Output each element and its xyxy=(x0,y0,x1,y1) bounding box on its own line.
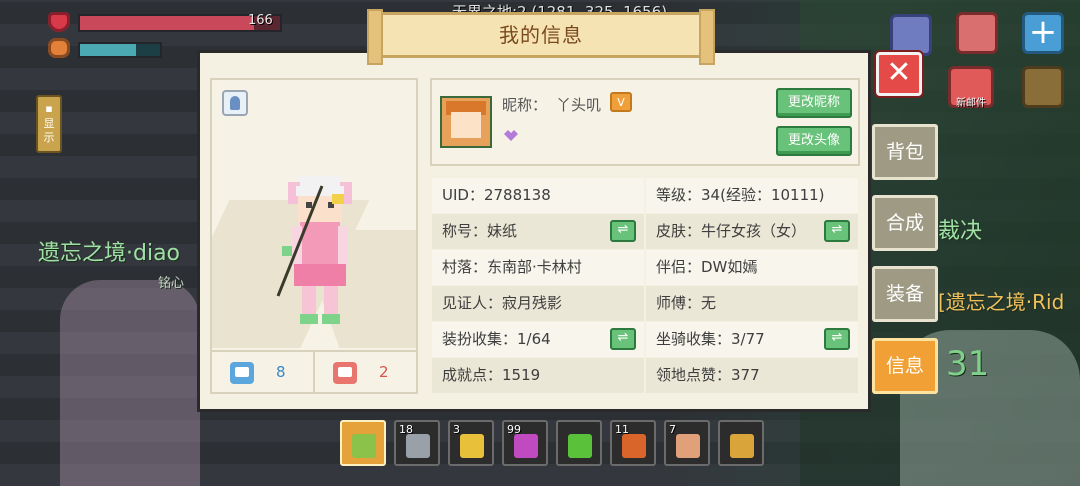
vip-badge-icon[interactable]: V xyxy=(610,92,632,112)
stats-row: 称号：妹纸 ⇌ 皮肤：牛仔女孩（女） ⇌ xyxy=(432,214,860,250)
swap-icon[interactable]: ⇌ xyxy=(610,328,636,350)
soup-bowl-icon xyxy=(676,434,700,458)
stat-left-2: 村落：东南部·卡林村 xyxy=(432,250,644,285)
show-toggle-button[interactable]: ▪ 显示 xyxy=(36,95,62,153)
stats-table: UID：2788138 等级：34(经验：10111) 称号：妹纸 ⇌ 皮肤：牛仔女孩（… xyxy=(432,178,860,394)
sad-face-icon xyxy=(333,362,357,384)
chat-icon[interactable] xyxy=(890,14,932,56)
hotbar-slot[interactable] xyxy=(556,420,602,466)
blocks-icon[interactable] xyxy=(1022,66,1064,108)
tab-0[interactable]: 背包 xyxy=(872,124,938,180)
slot-count: 11 xyxy=(615,423,629,436)
reputation-bar: 8 2 xyxy=(212,350,416,394)
close-button[interactable]: ✕ xyxy=(876,52,922,96)
smile-face-icon xyxy=(230,362,254,384)
stat-left-3: 见证人：寂月残影 xyxy=(432,286,644,321)
hotbar-slot[interactable] xyxy=(718,420,764,466)
hotbar-slot[interactable]: 99 xyxy=(502,420,548,466)
dislike-count: 2 xyxy=(379,363,389,381)
player-subtag: 铭心 xyxy=(158,276,185,291)
stats-row: 装扮收集：1/64 ⇌ 坐骑收集：3/77 ⇌ xyxy=(432,322,860,358)
gold-ingot-icon xyxy=(460,434,484,458)
new-mail-label: 新邮件 xyxy=(956,98,986,109)
hunger-icon xyxy=(48,38,70,58)
tab-2[interactable]: 装备 xyxy=(872,266,938,322)
dislike-counter[interactable]: 2 xyxy=(313,352,416,394)
health-value: 166 xyxy=(248,13,273,28)
hotbar-slot[interactable]: 3 xyxy=(448,420,494,466)
hotbar-slot[interactable] xyxy=(340,420,386,466)
swap-icon[interactable]: ⇌ xyxy=(824,220,850,242)
stat-right-3: 师傅：无 xyxy=(646,286,858,321)
stats-row: 见证人：寂月残影 师傅：无 xyxy=(432,286,860,322)
stat-right-2: 伴侣：DW如嫣 xyxy=(646,250,858,285)
stat-left-0: UID：2788138 xyxy=(432,178,644,213)
roast-meat-icon xyxy=(622,434,646,458)
gear-block-icon xyxy=(406,434,430,458)
stats-row: UID：2788138 等级：34(经验：10111) xyxy=(432,178,860,214)
couple-heart-icon xyxy=(504,130,518,141)
like-counter[interactable]: 8 xyxy=(212,352,313,394)
hotbar: 18 3 99 11 7 xyxy=(340,420,764,468)
heart-icon xyxy=(48,12,70,32)
potion-icon xyxy=(514,434,538,458)
bow-icon xyxy=(352,434,376,458)
slot-count: 7 xyxy=(669,423,676,436)
close-icon: ✕ xyxy=(886,55,912,90)
profile-portrait xyxy=(440,96,492,148)
tab-3[interactable]: 信息 xyxy=(872,338,938,394)
stat-right-5: 领地点赞：377 xyxy=(646,358,858,393)
shop-icon[interactable] xyxy=(956,12,998,54)
swap-icon[interactable]: ⇌ xyxy=(610,220,636,242)
player-nametag: 遗忘之境·diao xyxy=(38,241,181,266)
player-nametag-right-2: [遗忘之境·Rid xyxy=(938,290,1065,314)
player-nametag-right: 裁决 xyxy=(938,219,983,244)
player-level-number: 31 xyxy=(946,344,990,384)
hunger-bar xyxy=(78,42,162,58)
triangle-gem-icon xyxy=(568,434,592,458)
slot-count: 18 xyxy=(399,423,413,436)
nickname-value: 丫头叽 xyxy=(556,96,602,114)
plus-icon[interactable]: + xyxy=(1022,12,1064,54)
change-avatar-button[interactable]: 更改头像 xyxy=(776,126,852,156)
profile-header: 昵称： 丫头叽 V 更改昵称 更改头像 xyxy=(430,78,860,166)
stat-right-0: 等级：34(经验：10111) xyxy=(646,178,858,213)
stats-row: 村落：东南部·卡林村 伴侣：DW如嫣 xyxy=(432,250,860,286)
avatar-preview: 8 2 xyxy=(210,78,418,394)
nickname-label: 昵称： xyxy=(502,96,548,114)
hotbar-slot[interactable]: 18 xyxy=(394,420,440,466)
chat-bubble-icon: ▪ xyxy=(45,102,53,115)
health-bar-fill xyxy=(80,16,254,30)
change-nickname-button[interactable]: 更改昵称 xyxy=(776,88,852,118)
badge-icon[interactable] xyxy=(222,90,248,116)
panel-title: 我的信息 xyxy=(367,9,715,65)
avatar-scene xyxy=(212,80,416,348)
slot-count: 3 xyxy=(453,423,460,436)
tab-1[interactable]: 合成 xyxy=(872,195,938,251)
like-count: 8 xyxy=(276,363,286,381)
beer-mug-icon xyxy=(730,434,754,458)
stats-row: 成就点：1519 领地点赞：377 xyxy=(432,358,860,394)
character-model xyxy=(276,176,352,324)
stat-left-5: 成就点：1519 xyxy=(432,358,644,393)
hunger-bar-fill xyxy=(80,44,136,56)
hotbar-slot[interactable]: 11 xyxy=(610,420,656,466)
swap-icon[interactable]: ⇌ xyxy=(824,328,850,350)
slot-count: 99 xyxy=(507,423,521,436)
hotbar-slot[interactable]: 7 xyxy=(664,420,710,466)
